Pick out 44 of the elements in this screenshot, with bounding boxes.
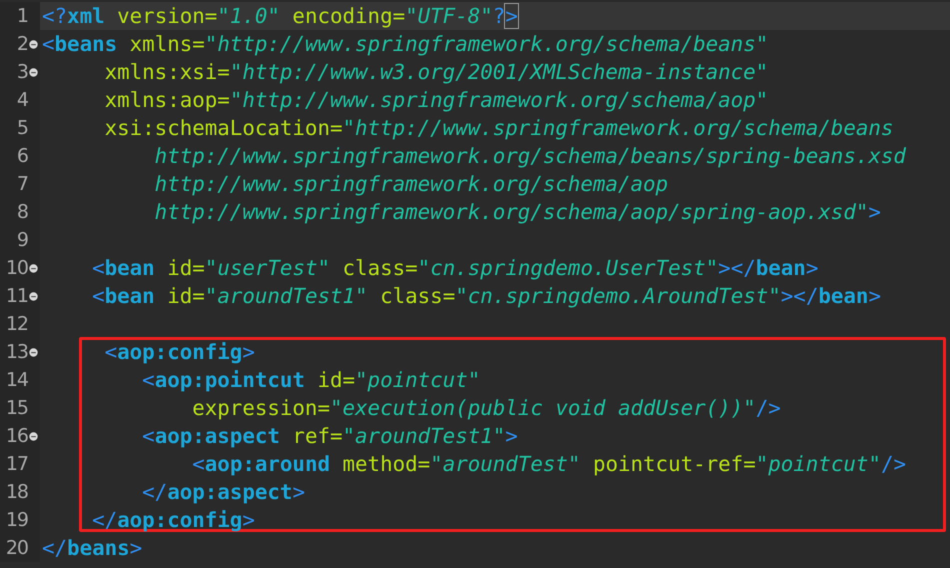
code-line: <beans xmlns="http://www.springframework.org/schema/beans" [42, 31, 768, 58]
code-line: http://www.springframework.org/schema/beans/spring-beans.xsd [154, 143, 906, 170]
line-number: 18 [4, 481, 28, 503]
code-line: <aop:config> [104, 339, 255, 366]
line-number: 20 [4, 537, 28, 559]
code-line: <aop:around method="aroundTest" pointcut-ref="pointcut"/> [191, 451, 906, 478]
code-line: <aop:pointcut id="pointcut" [141, 367, 480, 394]
line-number: 11 [4, 285, 28, 307]
code-line: xsi:schemaLocation="http://www.springframework.org/schema/beans [104, 115, 894, 142]
line-number: 1 [16, 5, 28, 27]
fold-icon[interactable] [29, 292, 38, 300]
code-line: <bean id="aroundTest1" class="cn.springdemo.AroundTest"></bean> [91, 283, 881, 310]
code-line: http://www.springframework.org/schema/aop [154, 171, 668, 198]
line-number: 6 [16, 145, 28, 167]
code-line: </beans> [42, 535, 142, 562]
line-number: 7 [16, 173, 28, 195]
code-line: xmlns:xsi="http://www.w3.org/2001/XMLSchema-instance" [104, 59, 768, 86]
code-line: xmlns:aop="http://www.springframework.org/schema/aop" [104, 87, 768, 114]
line-number: 14 [4, 369, 28, 391]
line-number: 3 [16, 61, 28, 83]
code-line: http://www.springframework.org/schema/aop/spring-aop.xsd"> [154, 199, 881, 226]
fold-icon[interactable] [29, 264, 38, 272]
code-line: <aop:aspect ref="aroundTest1"> [141, 423, 518, 450]
line-number: 19 [4, 509, 28, 531]
line-number: 12 [4, 313, 28, 335]
code-line: </aop:aspect> [141, 479, 305, 506]
code-line: <?xml version="1.0" encoding="UTF-8"?> [42, 3, 518, 30]
fold-icon[interactable] [29, 68, 38, 76]
code-line: </aop:config> [91, 507, 255, 534]
line-number: 5 [16, 117, 28, 139]
line-number: 16 [4, 425, 28, 447]
line-number: 8 [16, 201, 28, 223]
line-number: 10 [4, 257, 28, 279]
line-number: 17 [4, 453, 28, 475]
line-number: 2 [16, 33, 28, 55]
fold-icon[interactable] [29, 348, 38, 356]
code-line: <bean id="userTest" class="cn.springdemo.UserTest"></bean> [91, 255, 818, 282]
line-number: 4 [16, 89, 28, 111]
line-number: 9 [16, 229, 28, 251]
line-number: 15 [4, 397, 28, 419]
line-number: 13 [4, 341, 28, 363]
code-line: expression="execution(public void addUser())"/> [191, 395, 781, 422]
fold-icon[interactable] [29, 432, 38, 440]
fold-icon[interactable] [29, 40, 38, 48]
